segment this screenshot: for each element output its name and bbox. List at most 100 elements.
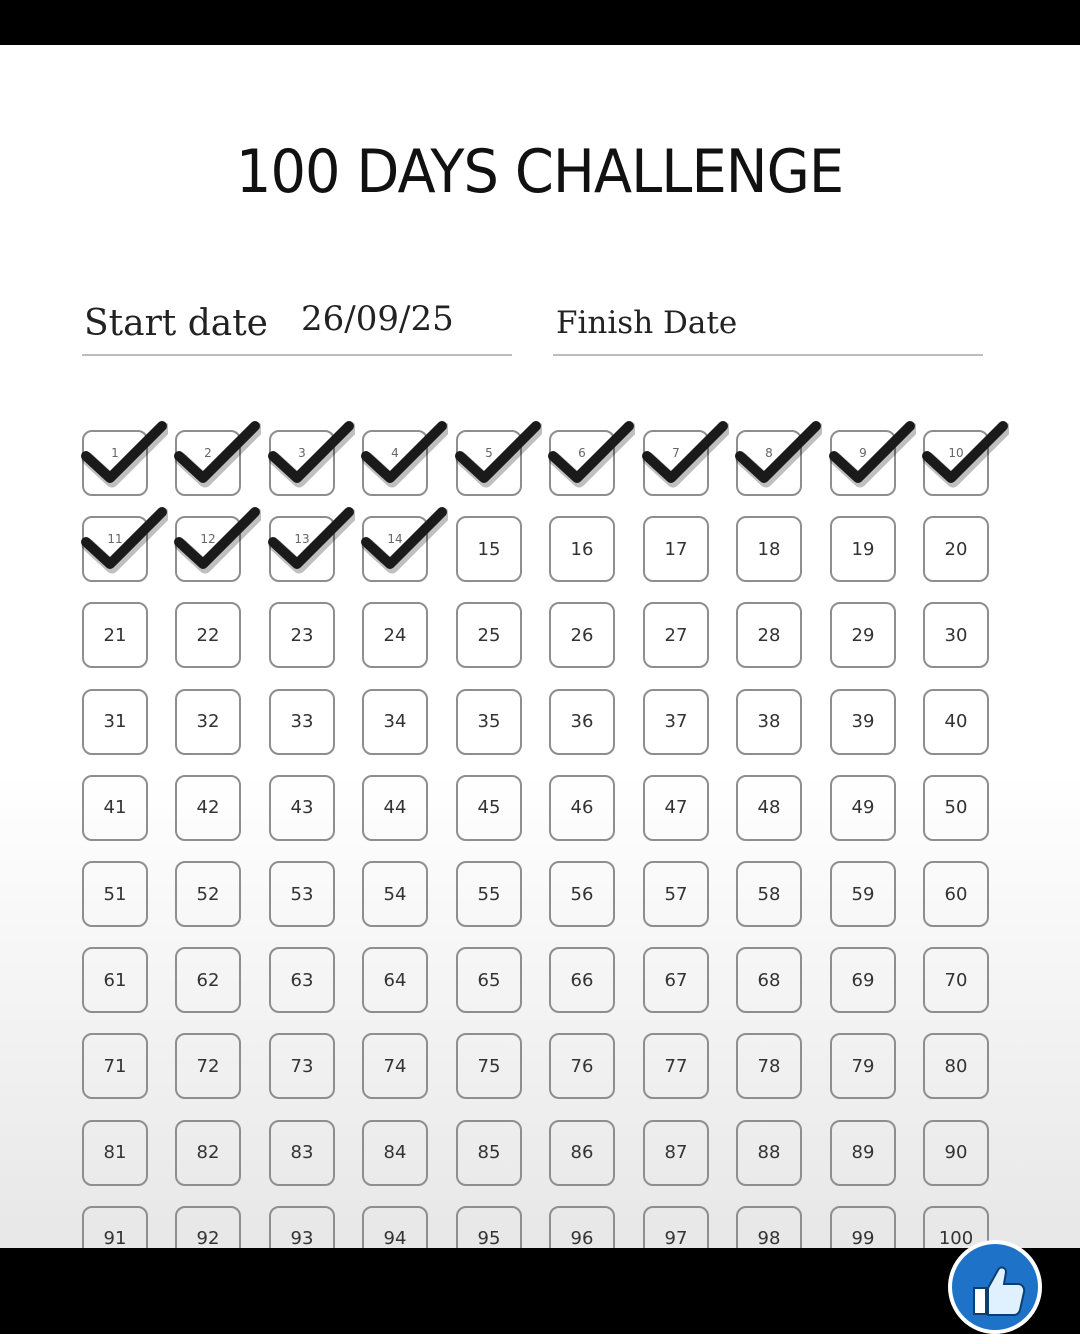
day-box[interactable]: 93 — [269, 1205, 335, 1248]
day-box[interactable]: 29 — [830, 602, 896, 669]
day-box[interactable]: 61 — [82, 947, 148, 1014]
day-box[interactable]: 10 — [922, 421, 1009, 496]
day-box[interactable]: 32 — [175, 688, 241, 755]
day-box[interactable]: 77 — [643, 1033, 709, 1100]
day-box[interactable]: 71 — [82, 1033, 148, 1100]
day-box[interactable]: 50 — [923, 774, 989, 841]
day-box[interactable]: 46 — [549, 774, 615, 841]
day-box[interactable]: 89 — [830, 1119, 896, 1186]
day-box[interactable]: 58 — [736, 861, 802, 927]
day-box[interactable]: 11 — [81, 507, 168, 583]
day-box[interactable]: 20 — [923, 516, 989, 583]
day-box[interactable]: 42 — [175, 774, 241, 841]
day-box[interactable]: 14 — [361, 507, 448, 583]
day-box[interactable]: 1 — [81, 421, 168, 496]
day-box[interactable]: 57 — [643, 861, 709, 927]
day-box[interactable]: 44 — [362, 774, 428, 841]
day-box[interactable]: 35 — [456, 688, 522, 755]
day-box[interactable]: 70 — [923, 947, 989, 1014]
day-box[interactable]: 5 — [455, 421, 542, 496]
day-box[interactable]: 66 — [549, 947, 615, 1014]
like-button[interactable] — [948, 1240, 1042, 1334]
day-box[interactable]: 2 — [174, 421, 261, 496]
day-box[interactable]: 40 — [923, 688, 989, 755]
day-box[interactable]: 48 — [736, 774, 802, 841]
day-box[interactable]: 81 — [82, 1119, 148, 1186]
day-box[interactable]: 83 — [269, 1119, 335, 1186]
day-box[interactable]: 26 — [549, 602, 615, 669]
day-box[interactable]: 30 — [923, 602, 989, 669]
day-box[interactable]: 98 — [736, 1205, 802, 1248]
day-box[interactable]: 23 — [269, 602, 335, 669]
day-box[interactable]: 97 — [643, 1205, 709, 1248]
day-box[interactable]: 3 — [268, 421, 355, 496]
day-box[interactable]: 13 — [268, 507, 355, 583]
day-box[interactable]: 8 — [735, 421, 822, 496]
day-box[interactable]: 85 — [456, 1119, 522, 1186]
day-box[interactable]: 21 — [82, 602, 148, 669]
day-box[interactable]: 76 — [549, 1033, 615, 1100]
day-box[interactable]: 53 — [269, 861, 335, 927]
day-box[interactable]: 62 — [175, 947, 241, 1014]
day-box[interactable]: 33 — [269, 688, 335, 755]
day-box[interactable]: 16 — [549, 516, 615, 583]
day-box[interactable]: 54 — [362, 861, 428, 927]
day-box[interactable]: 79 — [830, 1033, 896, 1100]
day-box[interactable]: 72 — [175, 1033, 241, 1100]
day-box[interactable]: 51 — [82, 861, 148, 927]
day-box[interactable]: 75 — [456, 1033, 522, 1100]
day-box[interactable]: 80 — [923, 1033, 989, 1100]
day-box[interactable]: 87 — [643, 1119, 709, 1186]
day-box[interactable]: 73 — [269, 1033, 335, 1100]
day-box[interactable]: 43 — [269, 774, 335, 841]
day-box[interactable]: 45 — [456, 774, 522, 841]
day-box[interactable]: 38 — [736, 688, 802, 755]
day-box[interactable]: 60 — [923, 861, 989, 927]
day-box[interactable]: 84 — [362, 1119, 428, 1186]
day-box[interactable]: 12 — [174, 507, 261, 583]
day-box[interactable]: 27 — [643, 602, 709, 669]
day-box[interactable]: 99 — [830, 1205, 896, 1248]
day-box[interactable]: 41 — [82, 774, 148, 841]
day-box[interactable]: 69 — [830, 947, 896, 1014]
day-box[interactable]: 68 — [736, 947, 802, 1014]
day-box[interactable]: 15 — [456, 516, 522, 583]
day-box[interactable]: 65 — [456, 947, 522, 1014]
day-box[interactable]: 91 — [82, 1205, 148, 1248]
day-box[interactable]: 52 — [175, 861, 241, 927]
day-box[interactable]: 39 — [830, 688, 896, 755]
day-box[interactable]: 86 — [549, 1119, 615, 1186]
day-box[interactable]: 6 — [548, 421, 635, 496]
day-box[interactable]: 31 — [82, 688, 148, 755]
day-box[interactable]: 90 — [923, 1119, 989, 1186]
day-box[interactable]: 4 — [361, 421, 448, 496]
day-box[interactable]: 47 — [643, 774, 709, 841]
day-box[interactable]: 96 — [549, 1205, 615, 1248]
day-box[interactable]: 56 — [549, 861, 615, 927]
day-box[interactable]: 28 — [736, 602, 802, 669]
day-box[interactable]: 64 — [362, 947, 428, 1014]
day-box[interactable]: 67 — [643, 947, 709, 1014]
day-box[interactable]: 17 — [643, 516, 709, 583]
day-box[interactable]: 22 — [175, 602, 241, 669]
day-box[interactable]: 82 — [175, 1119, 241, 1186]
day-box[interactable]: 95 — [456, 1205, 522, 1248]
day-box[interactable]: 7 — [642, 421, 729, 496]
day-box[interactable]: 25 — [456, 602, 522, 669]
day-box[interactable]: 49 — [830, 774, 896, 841]
day-box[interactable]: 36 — [549, 688, 615, 755]
day-box[interactable]: 37 — [643, 688, 709, 755]
day-box[interactable]: 78 — [736, 1033, 802, 1100]
day-box[interactable]: 34 — [362, 688, 428, 755]
day-box[interactable]: 18 — [736, 516, 802, 583]
day-box[interactable]: 92 — [175, 1205, 241, 1248]
day-box[interactable]: 19 — [830, 516, 896, 583]
day-box[interactable]: 88 — [736, 1119, 802, 1186]
day-box[interactable]: 9 — [829, 421, 916, 496]
day-box[interactable]: 94 — [362, 1205, 428, 1248]
day-box[interactable]: 55 — [456, 861, 522, 927]
day-box[interactable]: 59 — [830, 861, 896, 927]
day-box[interactable]: 24 — [362, 602, 428, 669]
day-box[interactable]: 74 — [362, 1033, 428, 1100]
day-box[interactable]: 63 — [269, 947, 335, 1014]
